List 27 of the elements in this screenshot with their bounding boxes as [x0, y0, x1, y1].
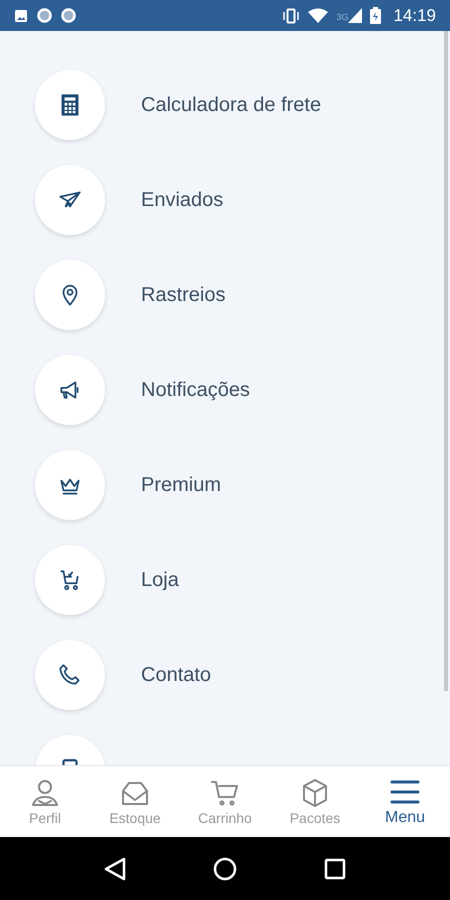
person-icon: [29, 777, 61, 809]
wifi-icon: [308, 8, 328, 23]
clock: 14:19: [393, 6, 436, 26]
back-icon[interactable]: [104, 856, 126, 880]
menu-item-label[interactable]: Premium: [141, 474, 222, 496]
vibrate-icon: [282, 8, 300, 24]
menu-icon-button[interactable]: [35, 260, 105, 330]
battery-icon: [370, 7, 382, 24]
circle-icon: [61, 8, 76, 23]
menu-icon-button[interactable]: [35, 165, 105, 235]
menu-item-label[interactable]: Calculadora de frete: [141, 94, 322, 116]
circle-icon: [37, 8, 52, 23]
menu-icon-button[interactable]: [35, 545, 105, 615]
network-label: 3G: [336, 12, 348, 22]
menu-item-label[interactable]: Contato: [141, 664, 212, 686]
menu-item-label[interactable]: Loja: [141, 568, 179, 592]
menu-item-label[interactable]: Enviados: [141, 188, 224, 212]
menu-icon-button[interactable]: [35, 355, 105, 425]
menu-icon-button[interactable]: [35, 70, 105, 140]
menu-item-label[interactable]: Rastreios: [141, 284, 226, 306]
menu-icon-button[interactable]: [35, 450, 105, 520]
recents-icon[interactable]: [324, 858, 346, 880]
menu-item-label[interactable]: Notificações: [141, 378, 250, 402]
nav-tab[interactable]: Menu: [360, 766, 450, 837]
image-icon: [14, 8, 28, 22]
signal-icon: [348, 8, 362, 23]
home-icon[interactable]: [212, 856, 237, 880]
